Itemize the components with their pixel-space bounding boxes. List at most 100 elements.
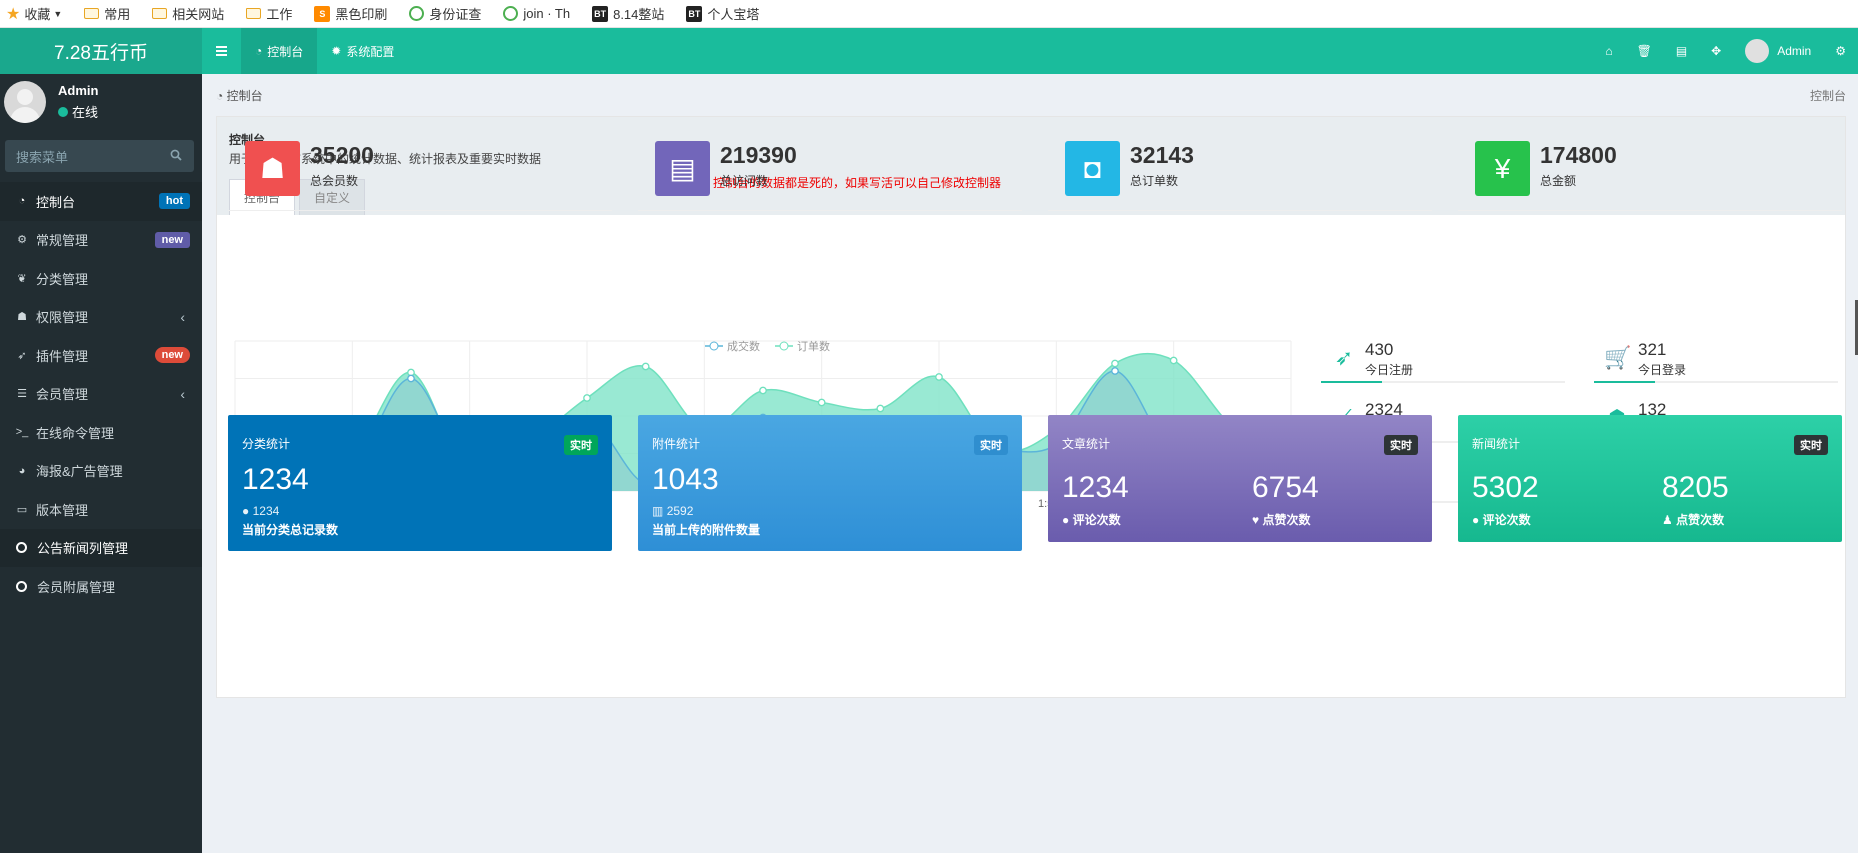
data-point[interactable] xyxy=(817,398,826,407)
stat-value: 219390 xyxy=(720,142,797,168)
leaf-icon: ❦ xyxy=(17,272,27,285)
mini-value: 430 xyxy=(1365,340,1394,359)
card-label-1: ● 评论次数 xyxy=(1472,511,1531,528)
bt-icon: BT xyxy=(592,5,609,22)
chevron-left-icon: ‹ xyxy=(180,385,185,402)
bookmark-item[interactable]: ★ 收藏 ▼ xyxy=(6,4,62,24)
menu-badge: hot xyxy=(158,193,190,210)
user-name: Admin xyxy=(58,83,99,98)
user-status: 在线 xyxy=(58,102,98,121)
bookmark-item[interactable]: 工作 xyxy=(246,4,292,23)
home-icon[interactable]: ⌂ xyxy=(1593,44,1624,58)
hamburger-icon xyxy=(216,46,227,56)
caret-down-icon[interactable]: ▼ xyxy=(53,9,62,19)
sidebar-item-10[interactable]: 会员附属管理 xyxy=(0,567,202,606)
tab-dashboard-label: 控制台 xyxy=(267,44,304,59)
card-label: 当前分类总记录数 xyxy=(242,523,339,537)
card-value: 1043 xyxy=(652,463,719,496)
files-icon: ▥ xyxy=(652,504,664,518)
sidebar-item-9[interactable]: 公告新闻列管理 xyxy=(0,528,202,567)
card-title: 文章统计 xyxy=(1062,437,1111,451)
menu-search-input[interactable]: 搜索菜单 xyxy=(5,140,194,172)
trash-icon[interactable]: 🗑 xyxy=(1625,44,1664,58)
comment-icon: ● xyxy=(1472,513,1480,527)
gear-icon: ✹ xyxy=(331,44,342,58)
search-icon[interactable] xyxy=(170,149,182,164)
translate-icon[interactable]: ▤ xyxy=(1664,44,1699,58)
tab-system-config[interactable]: ✹ 系统配置 xyxy=(317,28,408,74)
data-point[interactable] xyxy=(1111,359,1119,368)
sidebar-item-7[interactable]: ◕ 海报&广告管理 xyxy=(0,452,202,491)
sidebar-item-0[interactable]: ◔ 控制台 hot xyxy=(0,182,202,221)
card-value-2: 6754 xyxy=(1252,471,1319,504)
bookmark-item[interactable]: 身份证查 xyxy=(409,4,481,23)
sidebar-item-label: 版本管理 xyxy=(36,502,89,518)
bookmark-item[interactable]: 相关网站 xyxy=(152,4,224,23)
data-point[interactable] xyxy=(876,404,885,413)
breadcrumb-label[interactable]: 控制台 xyxy=(227,89,263,103)
bookmark-item[interactable]: join · Th xyxy=(503,6,570,21)
app-logo[interactable]: 7.28五行币 xyxy=(0,28,202,74)
card-value-1: 5302 xyxy=(1472,471,1539,504)
breadcrumb-right[interactable]: 控制台 xyxy=(1810,87,1846,104)
stat-value: 35200 xyxy=(310,142,374,168)
stat-value: 32143 xyxy=(1130,142,1194,168)
data-point[interactable] xyxy=(407,374,415,383)
yen-icon: ¥ xyxy=(1475,141,1530,196)
sidebar-item-1[interactable]: ⚙ 常规管理 new xyxy=(0,221,202,260)
sidebar-item-5[interactable]: ☰ 会员管理 ‹ xyxy=(0,375,202,414)
bookmark-item[interactable]: BT 个人宝塔 xyxy=(686,4,759,23)
sidebar-item-6[interactable]: >_ 在线命令管理 xyxy=(0,413,202,452)
bookmark-item[interactable]: 常用 xyxy=(84,4,130,23)
card-badge: 实时 xyxy=(1794,435,1828,455)
top-navbar: ◔ 控制台 ✹ 系统配置 ⌂ 🗑 ▤ ✥ Admin ⚙ xyxy=(202,28,1858,74)
data-point[interactable] xyxy=(759,386,767,395)
sidebar-item-label: 在线命令管理 xyxy=(36,425,115,441)
sidebar-item-label: 常规管理 xyxy=(36,233,89,249)
sidebar-item-label: 海报&广告管理 xyxy=(36,464,123,480)
card-label-2: ♟ 点赞次数 xyxy=(1662,511,1724,528)
terminal-icon: >_ xyxy=(15,426,29,439)
user-menu[interactable]: Admin xyxy=(1733,39,1823,63)
mini-stat: ➶ 430 今日注册 xyxy=(1321,337,1565,383)
sidebar-item-8[interactable]: ▭ 版本管理 xyxy=(0,490,202,529)
data-point[interactable] xyxy=(641,362,650,371)
card-title: 新闻统计 xyxy=(1472,437,1521,451)
bookmark-label: 收藏 xyxy=(24,7,51,22)
sidebar-item-3[interactable]: ☗ 权限管理 ‹ xyxy=(0,298,202,337)
data-point[interactable] xyxy=(1111,367,1119,375)
sidebar-item-2[interactable]: ❦ 分类管理 xyxy=(0,259,202,298)
fullscreen-icon[interactable]: ✥ xyxy=(1699,44,1733,58)
card-value: 1234 xyxy=(242,463,309,496)
legend-label[interactable]: 订单数 xyxy=(797,340,830,353)
cogs-icon: ⚙ xyxy=(17,234,27,247)
data-point[interactable] xyxy=(935,373,943,381)
sidebar-item-label: 公告新闻列管理 xyxy=(37,541,129,557)
cogs-icon[interactable]: ⚙ xyxy=(1823,44,1858,58)
card-title: 附件统计 xyxy=(652,437,701,451)
sidebar-toggle-button[interactable] xyxy=(202,28,241,74)
bookmark-label: join · Th xyxy=(523,6,571,21)
data-point[interactable] xyxy=(1169,356,1178,365)
tab-dashboard[interactable]: ◔ 控制台 xyxy=(241,28,318,74)
circle-icon xyxy=(16,580,27,592)
bookmark-item[interactable]: S 黑色印刷 xyxy=(314,4,387,23)
globe-icon xyxy=(503,6,519,21)
bookmark-label: 8.14整站 xyxy=(613,7,665,22)
bookmark-item[interactable]: BT 8.14整站 xyxy=(592,4,664,23)
stat-value: 174800 xyxy=(1540,142,1617,168)
search-placeholder: 搜索菜单 xyxy=(16,149,69,165)
sidebar-item-4[interactable]: ➶ 插件管理 new xyxy=(0,336,202,375)
legend-label[interactable]: 成交数 xyxy=(727,339,760,353)
rocket-icon: ➶ xyxy=(1334,345,1354,370)
legend-marker[interactable] xyxy=(779,341,789,351)
card-label-2-text: 点赞次数 xyxy=(1676,513,1725,527)
bookmark-label: 工作 xyxy=(266,7,293,22)
stat-box: ▤ 219390 总访问数 xyxy=(638,129,1022,211)
card-label-2: ♥ 点赞次数 xyxy=(1252,511,1310,528)
shopping-bag-icon: ◘ xyxy=(1065,141,1120,196)
user-menu-name: Admin xyxy=(1777,44,1812,58)
data-point[interactable] xyxy=(583,394,591,402)
legend-marker[interactable] xyxy=(709,341,719,351)
stat-card: 新闻统计 实时 5302 ● 评论次数 8205 ♟ 点赞次数 xyxy=(1458,415,1842,542)
